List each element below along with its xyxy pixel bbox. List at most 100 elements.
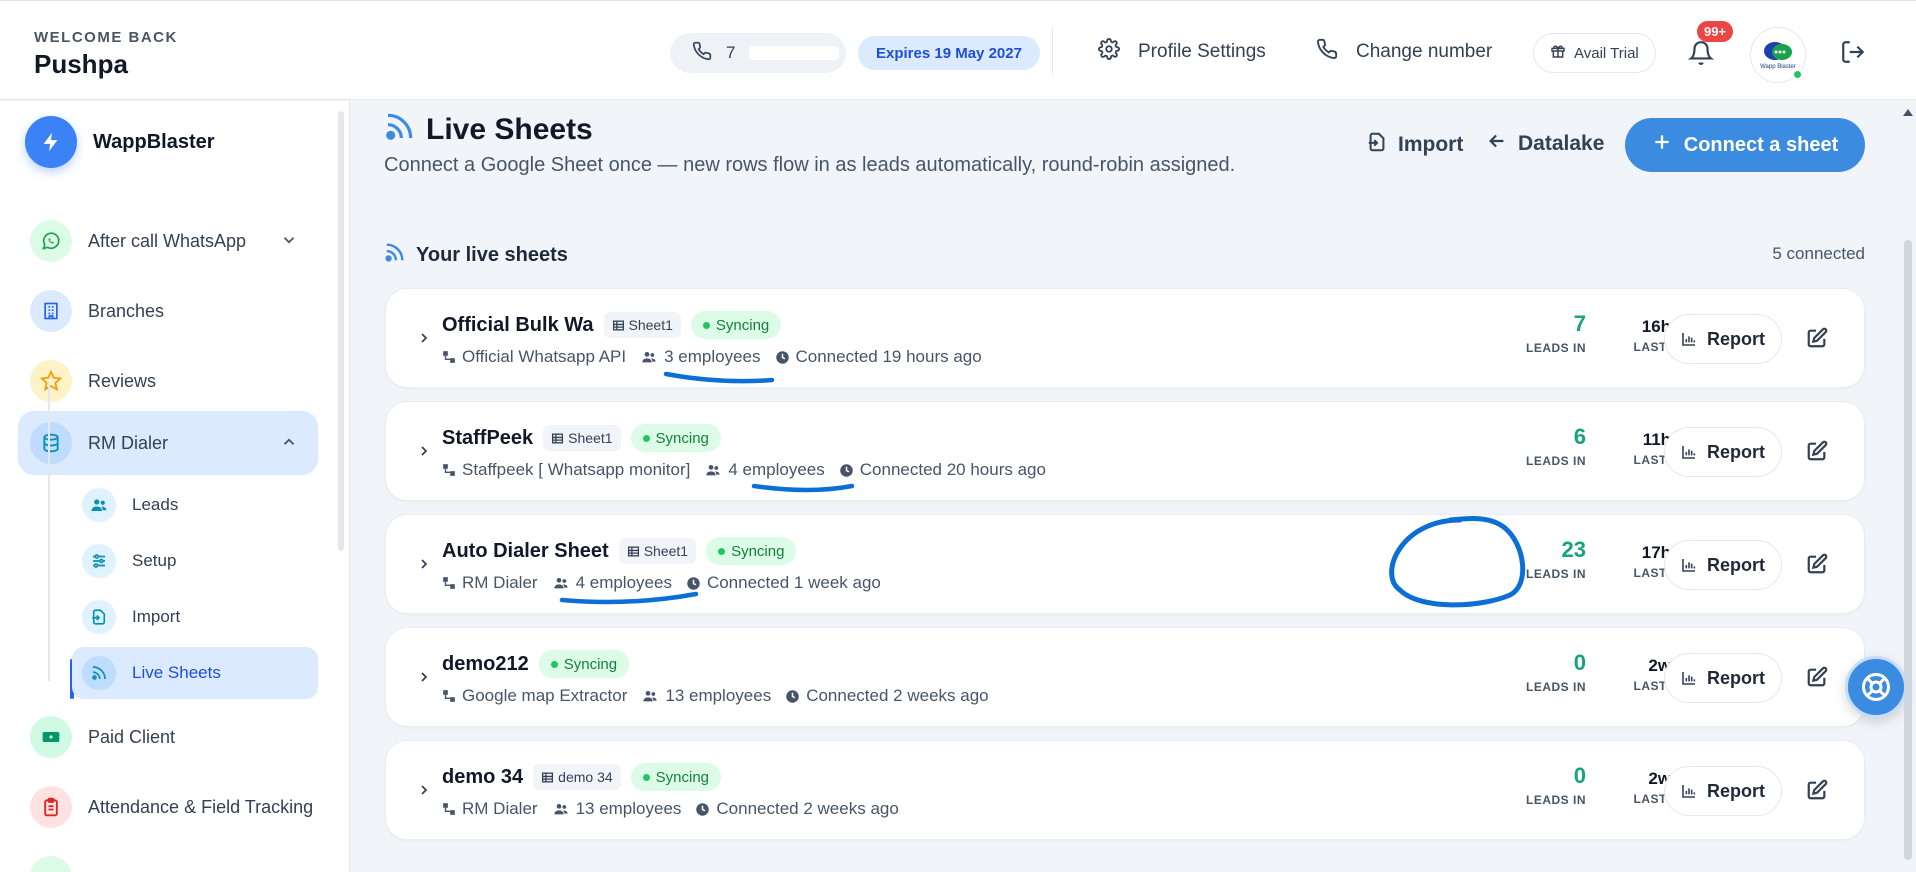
- connect-sheet-button[interactable]: Connect a sheet: [1625, 118, 1865, 172]
- scroll-up-icon[interactable]: [1902, 104, 1914, 122]
- phone-number-pill[interactable]: 7: [670, 33, 846, 73]
- sidebar-item-label: Attendance & Field Tracking: [88, 796, 314, 817]
- status-dot: [702, 321, 710, 329]
- sheet-source-text: Staffpeek [ Whatsapp monitor]: [462, 460, 691, 479]
- sheet-title-row: demo212 Syncing: [442, 650, 630, 678]
- sidebar-item-reviews[interactable]: Reviews: [18, 349, 318, 413]
- logout-icon[interactable]: [1840, 39, 1866, 70]
- bar-chart-icon: [1682, 446, 1696, 459]
- sheet-name: demo212: [442, 652, 529, 675]
- building-icon: [30, 290, 72, 332]
- sidebar-item-rm-dialer[interactable]: RM Dialer: [18, 411, 318, 475]
- sheet-meta: Staffpeek [ Whatsapp monitor] 4 employee…: [442, 460, 1046, 480]
- sliders-icon: [82, 544, 116, 578]
- change-number-link[interactable]: Change number: [1316, 37, 1492, 67]
- edit-icon[interactable]: [1806, 327, 1828, 354]
- edit-icon[interactable]: [1806, 553, 1828, 580]
- sheet-tab-tag: Sheet1: [603, 312, 681, 338]
- chevron-right-icon[interactable]: [416, 442, 432, 465]
- sheet-employees-text: 13 employees: [665, 686, 772, 705]
- sidebar-item-branches[interactable]: Branches: [18, 279, 318, 343]
- status-badge: Syncing: [630, 424, 721, 452]
- sidebar-subitem-label: Live Sheets: [132, 663, 221, 682]
- leads-label: LEADS IN: [1525, 341, 1586, 355]
- sheet-tab-tag: Sheet1: [543, 425, 621, 451]
- status-text: Syncing: [655, 429, 709, 447]
- live-sheet-card[interactable]: StaffPeek Sheet1 Syncing Staffpeek [ Wha…: [385, 401, 1865, 501]
- bolt-icon: [25, 116, 77, 168]
- datalake-button[interactable]: Datalake: [1486, 130, 1604, 158]
- leads-in: 0 LEADS IN: [1406, 763, 1586, 807]
- live-sheet-card[interactable]: Auto Dialer Sheet Sheet1 Syncing RM Dial…: [385, 514, 1865, 614]
- sidebar-subitem-live-sheets[interactable]: Live Sheets: [72, 647, 318, 699]
- sidebar-subitem-import[interactable]: Import: [72, 591, 318, 643]
- bar-chart-icon: [1682, 672, 1696, 685]
- status-badge: Syncing: [690, 311, 782, 339]
- sheet-tab-name: Sheet1: [568, 430, 613, 446]
- sidebar-subitem-leads[interactable]: Leads: [72, 479, 318, 531]
- leads-label: LEADS IN: [1525, 680, 1586, 694]
- edit-icon[interactable]: [1806, 666, 1828, 693]
- report-button[interactable]: Report: [1664, 766, 1782, 816]
- sheet-employees: 4 employees: [552, 573, 672, 593]
- brand[interactable]: WappBlaster: [25, 116, 215, 168]
- page-title-text: Live Sheets: [426, 113, 593, 146]
- edit-icon[interactable]: [1806, 779, 1828, 806]
- sheet-source-text: Google map Extractor: [462, 686, 628, 705]
- report-button[interactable]: Report: [1664, 314, 1782, 364]
- plus-icon: [1652, 132, 1672, 158]
- report-button[interactable]: Report: [1664, 540, 1782, 590]
- live-sheet-card[interactable]: Official Bulk Wa Sheet1 Syncing Official…: [385, 288, 1865, 388]
- sidebar-subitem-label: Leads: [132, 495, 179, 514]
- report-label: Report: [1707, 441, 1765, 462]
- sidebar-item-paid-client[interactable]: Paid Client: [18, 705, 318, 769]
- live-sheet-card[interactable]: demo212 Syncing Google map Extractor 13 …: [385, 627, 1865, 727]
- sidebar-scrollbar[interactable]: [338, 111, 344, 551]
- sheet-source-text: RM Dialer: [462, 799, 538, 818]
- chevron-right-icon[interactable]: [416, 781, 432, 804]
- table-icon: [552, 433, 564, 443]
- live-sheet-card[interactable]: demo 34 demo 34 Syncing RM Dialer 13 emp…: [385, 740, 1865, 840]
- sheet-source: RM Dialer: [442, 573, 538, 593]
- sheet-meta: RM Dialer 4 employees Connected 1 week a…: [442, 573, 881, 593]
- avail-trial-button[interactable]: Avail Trial: [1533, 33, 1656, 73]
- sheet-tab-name: demo 34: [558, 769, 613, 785]
- sidebar-item-attendance[interactable]: Attendance & Field Tracking: [18, 775, 318, 839]
- status-dot: [642, 434, 650, 442]
- profile-settings-link[interactable]: Profile Settings: [1098, 37, 1266, 67]
- sidebar-subitem-setup[interactable]: Setup: [72, 535, 318, 587]
- flow-icon: [443, 351, 455, 363]
- database-icon: [30, 422, 72, 464]
- arrow-left-icon: [1486, 130, 1508, 158]
- chevron-right-icon[interactable]: [416, 329, 432, 352]
- bell-icon[interactable]: [1687, 39, 1715, 72]
- datalake-label: Datalake: [1518, 132, 1605, 155]
- sheet-source-text: Official Whatsapp API: [462, 347, 627, 366]
- leads-in: 7 LEADS IN: [1406, 311, 1586, 355]
- avatar[interactable]: Wapp Blaster: [1750, 27, 1806, 83]
- connected-count: 5 connected: [1772, 244, 1865, 263]
- users-icon: [642, 352, 656, 363]
- report-button[interactable]: Report: [1664, 427, 1782, 477]
- chevron-right-icon[interactable]: [416, 668, 432, 691]
- sidebar-item-after-call-whatsapp[interactable]: After call WhatsApp: [18, 209, 318, 273]
- sheet-name: Auto Dialer Sheet: [442, 539, 609, 562]
- import-button[interactable]: Import: [1366, 130, 1463, 160]
- main-scrollbar[interactable]: [1904, 240, 1912, 860]
- edit-icon[interactable]: [1806, 440, 1828, 467]
- report-button[interactable]: Report: [1664, 653, 1782, 703]
- help-lifebuoy-button[interactable]: [1845, 656, 1907, 718]
- sheet-connected-text: Connected 19 hours ago: [795, 347, 982, 366]
- sheet-source: Staffpeek [ Whatsapp monitor]: [442, 460, 690, 480]
- sheet-tab-name: Sheet1: [643, 543, 689, 559]
- sidebar-item-label: Branches: [88, 300, 165, 321]
- flow-icon: [443, 577, 455, 589]
- sheet-title-row: Official Bulk Wa Sheet1 Syncing: [442, 311, 782, 339]
- status-badge: Syncing: [538, 650, 630, 678]
- welcome-label: WELCOME BACK: [34, 29, 178, 46]
- top-header: WELCOME BACK Pushpa 7 Expires 19 May 202…: [0, 0, 1916, 100]
- clock-icon: [840, 463, 853, 477]
- sheet-source-text: RM Dialer: [462, 573, 538, 592]
- chevron-right-icon[interactable]: [416, 555, 432, 578]
- page-subtitle: Connect a Google Sheet once — new rows f…: [384, 154, 1236, 176]
